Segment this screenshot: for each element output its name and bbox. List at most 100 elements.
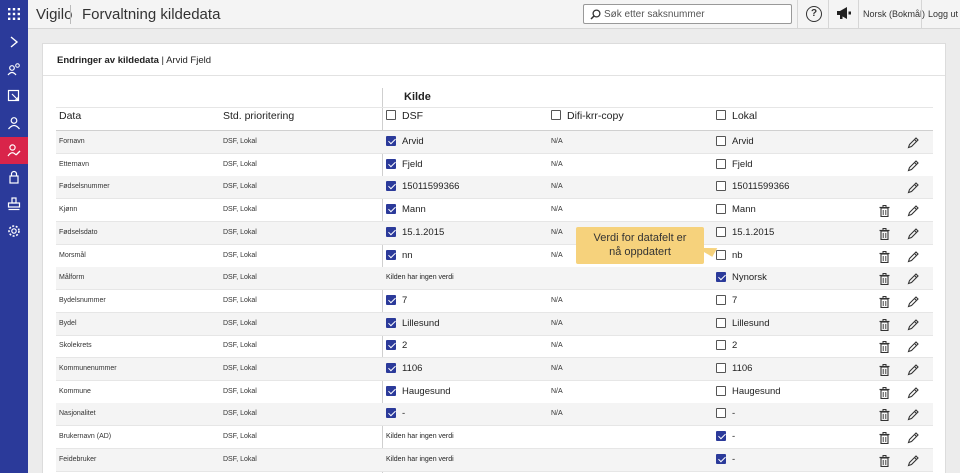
- lokal-checkbox[interactable]: [716, 158, 726, 169]
- trash-icon[interactable]: [879, 272, 890, 290]
- dsf-cell[interactable]: Haugesund: [386, 381, 451, 403]
- dsf-cell[interactable]: 1106: [386, 358, 422, 380]
- dsf-cell[interactable]: 15011599366: [386, 176, 459, 198]
- lokal-checkbox[interactable]: [716, 204, 726, 215]
- lokal-checkbox[interactable]: [716, 385, 726, 396]
- lokal-checkbox[interactable]: [716, 340, 726, 351]
- trash-icon[interactable]: [879, 295, 890, 313]
- column-header-difi[interactable]: Difi-krr-copy: [551, 110, 624, 122]
- dsf-cell[interactable]: 7: [386, 290, 407, 312]
- lokal-cell[interactable]: nb: [716, 245, 743, 267]
- trash-icon[interactable]: [879, 204, 890, 222]
- lokal-cell[interactable]: Arvid: [716, 131, 754, 153]
- lokal-checkbox[interactable]: [716, 317, 726, 328]
- trash-icon[interactable]: [879, 363, 890, 381]
- lokal-checkbox[interactable]: [716, 363, 726, 373]
- sidebar-item-person-search[interactable]: [0, 56, 28, 83]
- dsf-checkbox[interactable]: [386, 294, 396, 305]
- lokal-cell[interactable]: Lillesund: [716, 313, 770, 335]
- lokal-cell[interactable]: Nynorsk: [716, 267, 767, 289]
- sidebar-item-person-edit[interactable]: [0, 137, 28, 164]
- lokal-checkbox[interactable]: [716, 181, 726, 192]
- trash-icon[interactable]: [879, 431, 890, 449]
- pencil-icon[interactable]: [907, 386, 919, 404]
- pencil-icon[interactable]: [907, 431, 919, 449]
- lokal-cell[interactable]: Haugesund: [716, 381, 781, 403]
- lokal-cell[interactable]: 2: [716, 335, 737, 357]
- sidebar-item-stamp[interactable]: [0, 191, 28, 218]
- lokal-cell[interactable]: -: [716, 426, 735, 448]
- lokal-cell[interactable]: 15.1.2015: [716, 222, 774, 244]
- megaphone-icon[interactable]: [836, 6, 852, 20]
- dsf-cell[interactable]: Lillesund: [386, 313, 440, 335]
- trash-icon[interactable]: [879, 227, 890, 245]
- logout-button[interactable]: Logg ut: [928, 9, 958, 19]
- column-header-lokal[interactable]: Lokal: [716, 110, 757, 122]
- lokal-cell[interactable]: 7: [716, 290, 737, 312]
- dsf-checkbox[interactable]: [386, 181, 396, 192]
- dsf-cell[interactable]: Mann: [386, 199, 426, 221]
- lokal-checkbox[interactable]: [716, 136, 726, 146]
- pencil-icon[interactable]: [907, 295, 919, 313]
- lokal-cell[interactable]: Fjeld: [716, 154, 753, 176]
- pencil-icon[interactable]: [907, 181, 919, 199]
- dsf-checkbox[interactable]: [386, 363, 396, 373]
- trash-icon[interactable]: [879, 386, 890, 404]
- lokal-cell[interactable]: -: [716, 449, 735, 471]
- search-box[interactable]: [583, 4, 792, 24]
- dsf-checkbox[interactable]: [386, 408, 396, 419]
- lokal-checkbox[interactable]: [716, 294, 726, 305]
- lokal-checkbox[interactable]: [716, 226, 726, 237]
- brand-logo[interactable]: Vigilo: [36, 6, 72, 23]
- sidebar-item-forms[interactable]: [0, 83, 28, 110]
- search-input[interactable]: [604, 7, 789, 21]
- pencil-icon[interactable]: [907, 204, 919, 222]
- dsf-checkbox[interactable]: [386, 340, 396, 351]
- dsf-select-all-checkbox[interactable]: [386, 110, 396, 121]
- pencil-icon[interactable]: [907, 454, 919, 472]
- lokal-cell[interactable]: -: [716, 403, 735, 425]
- lokal-checkbox[interactable]: [716, 408, 726, 419]
- trash-icon[interactable]: [879, 340, 890, 358]
- dsf-cell[interactable]: nn: [386, 245, 413, 267]
- sidebar-item-settings[interactable]: [0, 218, 28, 245]
- dsf-checkbox[interactable]: [386, 317, 396, 328]
- pencil-icon[interactable]: [907, 363, 919, 381]
- dsf-checkbox[interactable]: [386, 249, 396, 260]
- pencil-icon[interactable]: [907, 272, 919, 290]
- sidebar-item-expand[interactable]: [0, 29, 28, 56]
- dsf-checkbox[interactable]: [386, 226, 396, 237]
- lokal-select-all-checkbox[interactable]: [716, 110, 726, 121]
- lokal-checkbox[interactable]: [716, 272, 726, 283]
- dsf-cell[interactable]: -: [386, 403, 405, 425]
- dsf-checkbox[interactable]: [386, 204, 396, 215]
- trash-icon[interactable]: [879, 454, 890, 472]
- lokal-checkbox[interactable]: [716, 453, 726, 464]
- dsf-cell[interactable]: 2: [386, 335, 407, 357]
- pencil-icon[interactable]: [907, 159, 919, 177]
- dsf-checkbox[interactable]: [386, 136, 396, 146]
- pencil-icon[interactable]: [907, 318, 919, 336]
- sidebar-item-person[interactable]: [0, 110, 28, 137]
- sidebar-item-lock[interactable]: [0, 164, 28, 191]
- help-button[interactable]: ?: [806, 6, 822, 22]
- pencil-icon[interactable]: [907, 408, 919, 426]
- trash-icon[interactable]: [879, 250, 890, 268]
- difi-select-all-checkbox[interactable]: [551, 110, 561, 121]
- lokal-cell[interactable]: 15011599366: [716, 176, 789, 198]
- dsf-checkbox[interactable]: [386, 385, 396, 396]
- dsf-cell[interactable]: Arvid: [386, 131, 424, 153]
- column-header-dsf[interactable]: DSF: [386, 110, 423, 122]
- dsf-checkbox[interactable]: [386, 158, 396, 169]
- dsf-cell[interactable]: 15.1.2015: [386, 222, 444, 244]
- app-grid-button[interactable]: [0, 0, 28, 29]
- lokal-checkbox[interactable]: [716, 431, 726, 442]
- pencil-icon[interactable]: [907, 250, 919, 268]
- trash-icon[interactable]: [879, 408, 890, 426]
- pencil-icon[interactable]: [907, 340, 919, 358]
- lokal-checkbox[interactable]: [716, 249, 726, 260]
- lokal-cell[interactable]: Mann: [716, 199, 756, 221]
- trash-icon[interactable]: [879, 318, 890, 336]
- pencil-icon[interactable]: [907, 136, 919, 154]
- language-selector[interactable]: Norsk (Bokmål): [863, 9, 925, 19]
